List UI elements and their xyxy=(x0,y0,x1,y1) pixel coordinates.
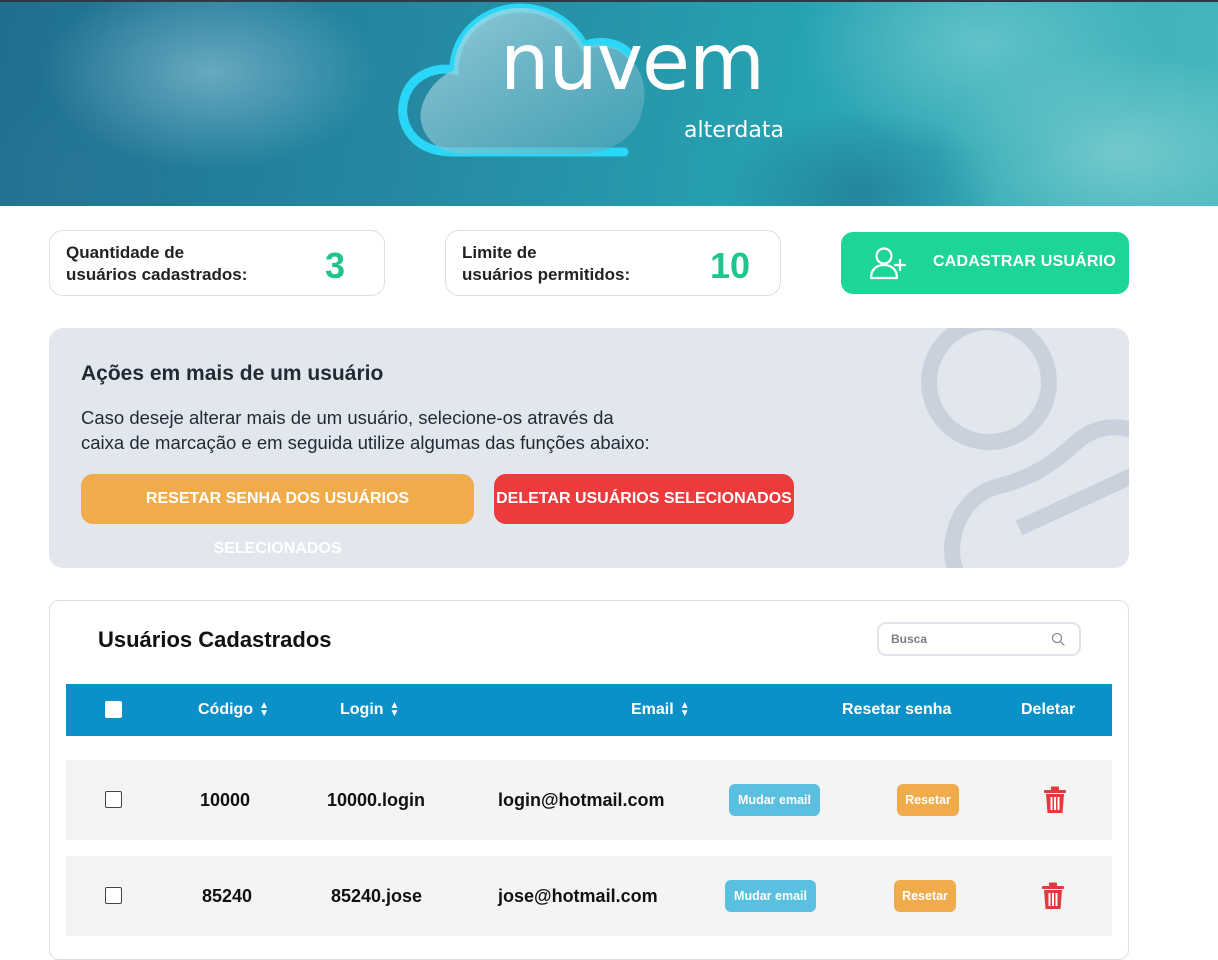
nuvem-logo: nuvem alterdata xyxy=(392,2,812,162)
column-codigo[interactable]: Código ▲ ▼ xyxy=(198,699,269,719)
register-user-label: CADASTRAR USUÁRIO xyxy=(933,253,1116,270)
registered-users-label: Quantidade de usuários cadastrados: xyxy=(66,242,256,286)
row-email: login@hotmail.com xyxy=(498,790,665,810)
column-email-label: Email xyxy=(631,701,674,718)
logo-subtitle: alterdata xyxy=(684,118,784,143)
column-login-label: Login xyxy=(340,701,384,718)
row-email: jose@hotmail.com xyxy=(498,886,658,906)
row-login: 85240.jose xyxy=(331,886,423,906)
row-codigo: 10000 xyxy=(200,790,251,810)
change-email-button[interactable]: Mudar email xyxy=(729,784,820,816)
table-header: Código ▲ ▼ Login ▲ ▼ Email ▲ ▼ Resetar senha D… xyxy=(66,684,1112,736)
bulk-actions-title: Ações em mais de um usuário xyxy=(81,362,384,385)
column-login[interactable]: Login ▲ ▼ xyxy=(340,699,400,719)
select-all-checkbox[interactable] xyxy=(105,701,122,718)
search-icon[interactable] xyxy=(1051,632,1065,646)
users-limit-card: Limite de usuários permitidos: 10 xyxy=(445,230,781,296)
row-codigo: 85240 xyxy=(202,886,253,906)
user-silhouette-icon xyxy=(921,328,1129,568)
user-plus-icon xyxy=(869,247,907,280)
users-table-title: Usuários Cadastrados xyxy=(98,627,332,652)
delete-selected-button[interactable]: DELETAR USUÁRIOS SELECIONADOS xyxy=(494,474,794,524)
row-checkbox[interactable] xyxy=(105,887,122,904)
bulk-actions-panel: Ações em mais de um usuário Caso deseje … xyxy=(49,328,1129,568)
column-codigo-label: Código xyxy=(198,701,254,718)
table-row: 10000 10000.login login@hotmail.com Muda… xyxy=(66,760,1112,840)
bulk-actions-description: Caso deseje alterar mais de um usuário, … xyxy=(81,405,721,455)
reset-password-button[interactable]: Resetar xyxy=(894,880,956,912)
sort-icon: ▲ ▼ xyxy=(679,699,690,719)
change-email-button[interactable]: Mudar email xyxy=(725,880,816,912)
column-email[interactable]: Email ▲ ▼ xyxy=(631,699,690,719)
limit-label-line2: usuários permitidos: xyxy=(462,265,631,284)
sort-icon: ▲ ▼ xyxy=(259,699,269,719)
search-input[interactable] xyxy=(891,628,1041,650)
row-login: 10000.login xyxy=(327,790,426,810)
users-limit-label: Limite de usuários permitidos: xyxy=(462,242,652,286)
limit-label-line1: Limite de xyxy=(462,243,537,262)
reset-password-button[interactable]: Resetar xyxy=(897,784,959,816)
description-line2: caixa de marcação e em seguida utilize a… xyxy=(81,432,650,453)
registered-users-card: Quantidade de usuários cadastrados: 3 xyxy=(49,230,385,296)
registered-users-count: 3 xyxy=(325,245,346,286)
hero-banner: nuvem alterdata xyxy=(0,0,1218,206)
description-line1: Caso deseje alterar mais de um usuário, … xyxy=(81,407,614,428)
search-box xyxy=(877,622,1081,656)
reset-selected-button[interactable]: RESETAR SENHA DOS USUÁRIOS SELECIONADOS xyxy=(81,474,474,557)
registered-label-line2: usuários cadastrados: xyxy=(66,265,248,284)
column-delete: Deletar xyxy=(1021,701,1076,718)
row-checkbox[interactable] xyxy=(105,791,122,808)
logo-wordmark: nuvem xyxy=(500,18,765,108)
users-limit-count: 10 xyxy=(710,245,751,286)
column-reset: Resetar senha xyxy=(842,701,952,718)
trash-icon[interactable] xyxy=(1041,882,1065,910)
trash-icon[interactable] xyxy=(1043,786,1067,814)
table-row: 85240 85240.jose jose@hotmail.com Mudar … xyxy=(66,856,1112,936)
register-user-button[interactable]: CADASTRAR USUÁRIO xyxy=(841,232,1129,294)
sort-icon: ▲ ▼ xyxy=(389,699,400,719)
users-table-card: Usuários Cadastrados Código ▲▼ Login ▲▼ Em… xyxy=(49,600,1129,960)
registered-label-line1: Quantidade de xyxy=(66,243,185,262)
